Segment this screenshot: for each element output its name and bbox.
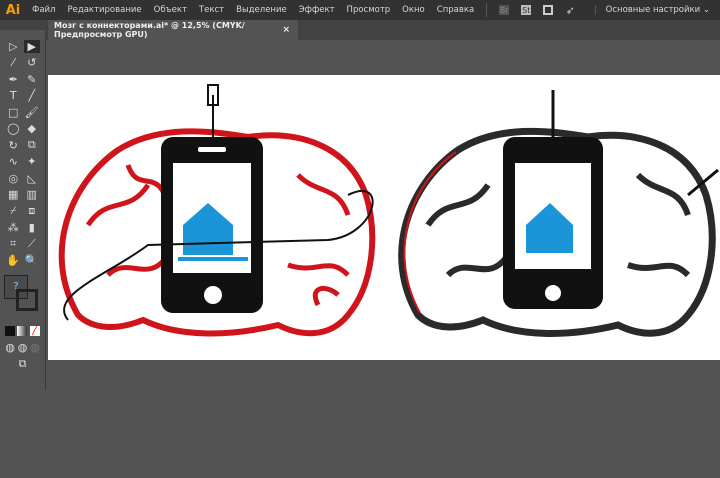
scale-tool-icon[interactable]: ⧉	[24, 138, 40, 152]
shape-builder-tool-icon[interactable]: ◎	[5, 172, 21, 185]
symbol-sprayer-tool-icon[interactable]: ⁂	[5, 221, 21, 234]
menu-file[interactable]: Файл	[26, 5, 61, 15]
curvature-tool-icon[interactable]: ✎	[24, 73, 40, 86]
draw-normal-icon[interactable]: ◍	[4, 341, 16, 354]
gpu-rocket-icon[interactable]: ➶	[565, 4, 575, 17]
rotate-tool-icon[interactable]: ↻	[5, 139, 21, 152]
mesh-tool-icon[interactable]: ▦	[5, 188, 21, 201]
type-tool-icon[interactable]: T	[5, 89, 21, 102]
perspective-grid-tool-icon[interactable]: ◺	[24, 172, 40, 185]
selection-tool-icon[interactable]: ▶	[23, 39, 40, 53]
menu-type[interactable]: Текст	[193, 5, 230, 15]
draw-inside-icon[interactable]: ◍	[29, 341, 41, 354]
menu-help[interactable]: Справка	[431, 5, 480, 15]
menu-effect[interactable]: Эффект	[293, 5, 341, 15]
eraser-tool-icon[interactable]: ◆	[24, 122, 40, 135]
column-graph-tool-icon[interactable]: ▮	[24, 221, 40, 234]
pen-tool-icon[interactable]: ✒	[5, 73, 21, 86]
stroke-swatch[interactable]	[16, 289, 38, 311]
magic-wand-tool-icon[interactable]: ⁄	[5, 56, 21, 69]
document-tab-title: Мозг с коннекторами.ai* @ 12,5% (CMYK/Пр…	[54, 21, 245, 39]
menu-window[interactable]: Окно	[396, 5, 431, 15]
tools-panel: ▷ ▶ ⁄ ↺ ✒ ✎ T ╱ □ 🖌 ◯ ◆ ↻ ⧉ ∿ ✦ ◎ ◺ ▦ ▥ ⌿ ⧈ ⁂ ▮ ⌗ ⟋ ✋…	[0, 30, 46, 390]
eyedropper-tool-icon[interactable]: ⌿	[5, 204, 21, 218]
bridge-icon[interactable]: Br	[499, 5, 510, 15]
color-mode-icon[interactable]	[5, 326, 16, 337]
workspace-switcher[interactable]: Основные настройки ⌄	[594, 5, 720, 15]
direct-selection-tool-icon[interactable]: ▷	[5, 40, 21, 53]
brain-artwork-trace	[398, 90, 719, 337]
stock-icon[interactable]: St	[521, 5, 532, 15]
rectangle-tool-icon[interactable]: □	[5, 106, 21, 119]
zoom-tool-icon[interactable]: 🔍	[24, 254, 40, 267]
paintbrush-tool-icon[interactable]: 🖌	[24, 106, 40, 119]
menu-bar: Ai Файл Редактирование Объект Текст Выде…	[0, 0, 720, 20]
shaper-tool-icon[interactable]: ◯	[5, 122, 21, 135]
warp-tool-icon[interactable]: ∿	[5, 155, 21, 168]
close-icon[interactable]: ×	[282, 25, 290, 35]
blend-tool-icon[interactable]: ⧈	[24, 204, 40, 218]
artboard-tool-icon[interactable]: ⌗	[5, 237, 21, 251]
screen-mode-icon[interactable]: ⧉	[15, 357, 31, 371]
document-tab-bar: Мозг с коннекторами.ai* @ 12,5% (CMYK/Пр…	[0, 20, 720, 40]
artboard[interactable]	[48, 75, 720, 360]
menu-view[interactable]: Просмотр	[341, 5, 397, 15]
draw-behind-icon[interactable]: ◍	[16, 341, 28, 354]
hand-tool-icon[interactable]: ✋	[5, 254, 21, 267]
menu-object[interactable]: Объект	[148, 5, 193, 15]
lasso-tool-icon[interactable]: ↺	[24, 56, 40, 69]
gradient-mode-icon[interactable]	[17, 326, 28, 337]
app-logo: Ai	[5, 2, 21, 18]
divider	[486, 3, 488, 17]
document-tab[interactable]: Мозг с коннекторами.ai* @ 12,5% (CMYK/Пр…	[48, 20, 298, 40]
arrange-documents-icon[interactable]	[543, 5, 554, 15]
menu-select[interactable]: Выделение	[230, 5, 293, 15]
brain-artwork-color	[58, 84, 376, 337]
line-tool-icon[interactable]: ╱	[24, 89, 40, 102]
none-mode-icon[interactable]: ╱	[29, 326, 40, 337]
puppet-warp-tool-icon[interactable]: ✦	[24, 155, 40, 168]
menu-edit[interactable]: Редактирование	[61, 5, 147, 15]
slice-tool-icon[interactable]: ⟋	[24, 237, 40, 251]
gradient-tool-icon[interactable]: ▥	[24, 188, 40, 201]
